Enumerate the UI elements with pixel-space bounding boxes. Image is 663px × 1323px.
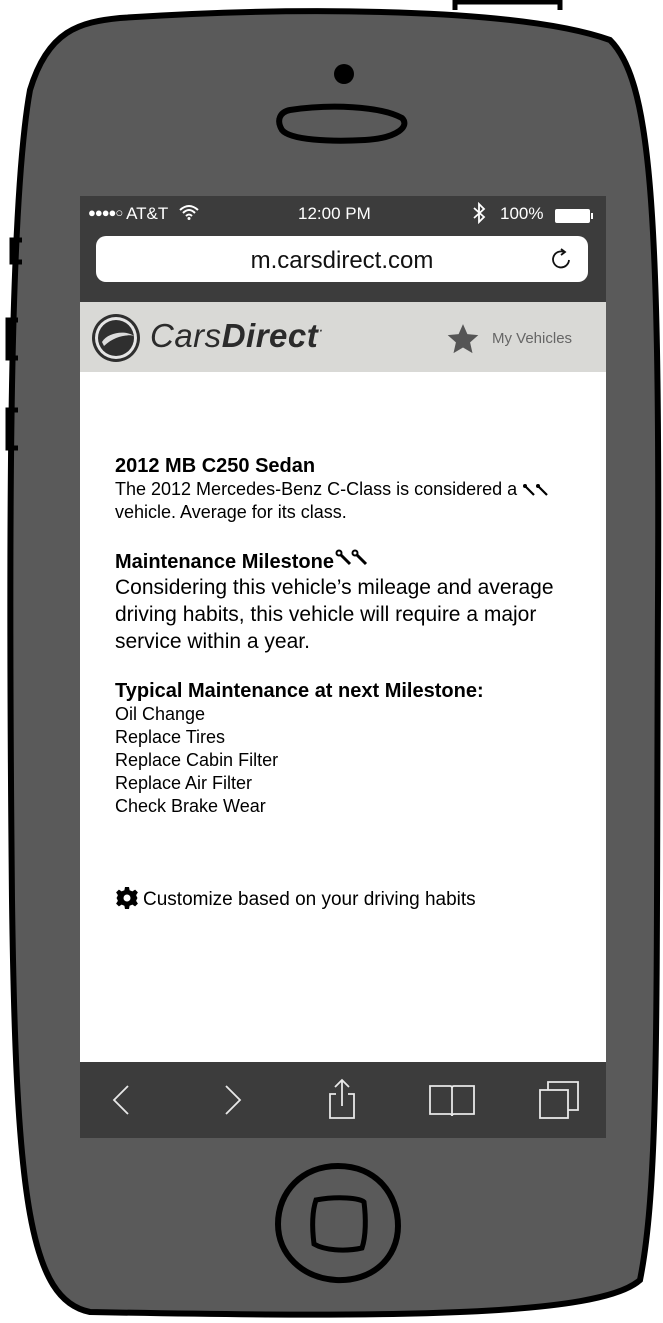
signal-strength-icon: ●●●●○ bbox=[88, 205, 123, 220]
milestone-body: Considering this vehicle’s mileage and a… bbox=[115, 576, 554, 653]
status-bar: ●●●●○ AT&T 12:00 PM 100% bbox=[80, 196, 606, 234]
bluetooth-icon bbox=[472, 201, 486, 230]
wrench-icon bbox=[335, 549, 367, 566]
back-icon[interactable] bbox=[98, 1076, 146, 1124]
browser-address-area: m.carsdirect.com bbox=[80, 234, 606, 302]
logo-registered-mark: · bbox=[318, 322, 325, 339]
wrench-rating-icon bbox=[523, 484, 548, 496]
vehicle-description-end: vehicle. Average for its class. bbox=[115, 502, 347, 522]
reload-icon[interactable] bbox=[550, 247, 574, 271]
list-item: Check Brake Wear bbox=[115, 796, 266, 816]
logo-direct: Direct bbox=[221, 317, 319, 354]
list-item: Replace Air Filter bbox=[115, 773, 253, 793]
carrier: ●●●●○ AT&T bbox=[88, 204, 199, 224]
url-text: m.carsdirect.com bbox=[250, 247, 434, 274]
home-button[interactable] bbox=[268, 1158, 408, 1288]
customize-link[interactable]: Customize based on your driving habits bbox=[115, 886, 476, 911]
list-item: Replace Cabin Filter bbox=[115, 750, 279, 770]
browser-toolbar bbox=[80, 1062, 606, 1138]
bookmarks-icon[interactable] bbox=[428, 1076, 476, 1124]
milestone-section: Maintenance Milestone Considering this v… bbox=[115, 548, 585, 655]
share-icon[interactable] bbox=[318, 1076, 366, 1124]
battery-icon bbox=[555, 209, 593, 223]
carrier-name: AT&T bbox=[126, 204, 168, 223]
typical-maintenance-section: Typical Maintenance at next Milestone: O… bbox=[115, 679, 585, 818]
address-bar[interactable]: m.carsdirect.com bbox=[96, 236, 588, 282]
vehicle-section: 2012 MB C250 Sedan The 2012 Mercedes-Ben… bbox=[115, 454, 585, 524]
tabs-icon[interactable] bbox=[536, 1076, 584, 1124]
site-header: CarsDirect· My Vehicles bbox=[80, 302, 606, 372]
battery-percent: 100% bbox=[500, 204, 544, 223]
my-vehicles-link[interactable]: My Vehicles bbox=[492, 330, 572, 347]
phone-screen: ●●●●○ AT&T 12:00 PM 100% m.carsdirect.co… bbox=[80, 196, 606, 1138]
milestone-title-text: Maintenance Milestone bbox=[115, 551, 334, 573]
earpiece-speaker bbox=[276, 103, 408, 144]
list-item: Oil Change bbox=[115, 704, 206, 724]
wifi-icon bbox=[179, 205, 199, 220]
star-icon[interactable] bbox=[446, 322, 480, 356]
typical-maintenance-title: Typical Maintenance at next Milestone: bbox=[115, 680, 484, 702]
customize-label: Customize based on your driving habits bbox=[143, 889, 476, 910]
vehicle-title: 2012 MB C250 Sedan bbox=[115, 455, 316, 477]
maintenance-list: Oil Change Replace Tires Replace Cabin F… bbox=[115, 703, 585, 818]
milestone-title: Maintenance Milestone bbox=[115, 548, 585, 574]
forward-icon[interactable] bbox=[208, 1076, 256, 1124]
front-camera-icon bbox=[334, 64, 354, 84]
vehicle-description-start: The 2012 Mercedes-Benz C-Class is consid… bbox=[115, 479, 518, 499]
main-content: 2012 MB C250 Sedan The 2012 Mercedes-Ben… bbox=[115, 454, 585, 842]
clock: 12:00 PM bbox=[298, 204, 371, 223]
list-item: Replace Tires bbox=[115, 727, 226, 747]
gear-icon bbox=[115, 887, 139, 909]
logo-cars: Cars bbox=[150, 317, 222, 354]
vehicle-description: The 2012 Mercedes-Benz C-Class is consid… bbox=[115, 478, 585, 524]
carsdirect-logo-icon[interactable] bbox=[90, 312, 142, 364]
logo-wordmark[interactable]: CarsDirect· bbox=[150, 317, 324, 355]
